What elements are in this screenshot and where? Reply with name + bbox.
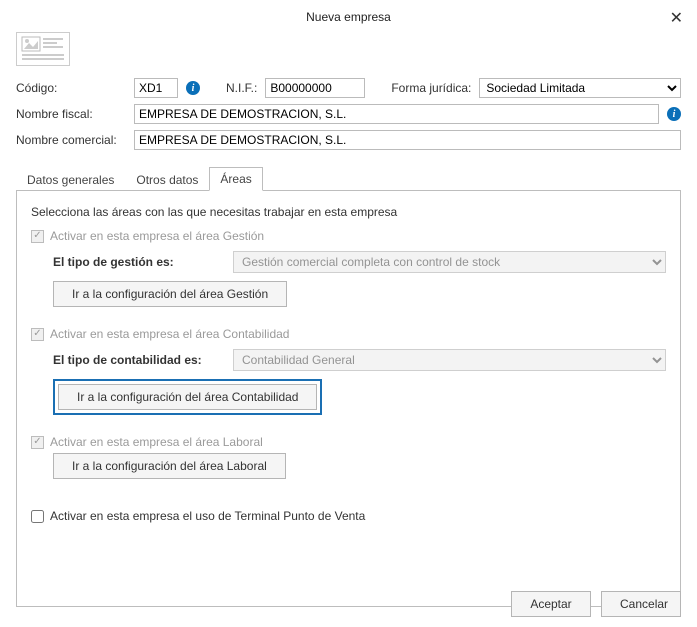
label-codigo: Código: [16, 81, 126, 95]
input-nif[interactable] [265, 78, 365, 98]
page-thumbnail-icon[interactable] [16, 32, 70, 66]
info-icon[interactable]: i [667, 107, 681, 121]
checkbox-row-gestion: ✓ Activar en esta empresa el área Gestió… [31, 229, 666, 243]
select-tipo-gestion: Gestión comercial completa con control d… [233, 251, 666, 273]
dialog-nueva-empresa: ✕ Nueva empresa Código: i N.I.F.: Forma [0, 0, 697, 627]
checkbox-gestion-label: Activar en esta empresa el área Gestión [50, 229, 264, 243]
tab-areas[interactable]: Áreas [209, 167, 262, 191]
row-nombre-comercial: Nombre comercial: [16, 130, 681, 150]
row-codigo-nif-forma: Código: i N.I.F.: Forma jurídica: Socied… [16, 78, 681, 98]
checkbox-gestion: ✓ [31, 230, 44, 243]
checkbox-tpv-label: Activar en esta empresa el uso de Termin… [50, 509, 365, 523]
close-icon[interactable]: ✕ [670, 8, 683, 28]
input-nombre-fiscal[interactable] [134, 104, 659, 124]
checkbox-laboral: ✓ [31, 436, 44, 449]
highlight-config-contabilidad: Ir a la configuración del área Contabili… [53, 379, 322, 415]
input-nombre-comercial[interactable] [134, 130, 681, 150]
checkbox-row-tpv: Activar en esta empresa el uso de Termin… [31, 509, 666, 523]
input-codigo[interactable] [134, 78, 178, 98]
accept-button[interactable]: Aceptar [511, 591, 591, 617]
checkbox-tpv[interactable] [31, 510, 44, 523]
gestion-subsection: El tipo de gestión es: Gestión comercial… [53, 251, 666, 307]
dialog-footer: Aceptar Cancelar [511, 591, 681, 617]
dialog-title: Nueva empresa [0, 0, 697, 24]
button-config-gestion[interactable]: Ir a la configuración del área Gestión [53, 281, 287, 307]
checkbox-contabilidad: ✓ [31, 328, 44, 341]
areas-intro-text: Selecciona las áreas con las que necesit… [31, 205, 666, 219]
label-tipo-gestion: El tipo de gestión es: [53, 255, 223, 269]
button-config-laboral[interactable]: Ir a la configuración del área Laboral [53, 453, 286, 479]
tab-panel-areas: Selecciona las áreas con las que necesit… [16, 191, 681, 607]
row-nombre-fiscal: Nombre fiscal: i [16, 104, 681, 124]
label-nif: N.I.F.: [226, 81, 257, 95]
select-forma-juridica[interactable]: Sociedad Limitada [479, 78, 681, 98]
info-icon[interactable]: i [186, 81, 200, 95]
checkbox-contabilidad-label: Activar en esta empresa el área Contabil… [50, 327, 289, 341]
header-area: Código: i N.I.F.: Forma jurídica: Socied… [0, 24, 697, 150]
checkbox-row-contabilidad: ✓ Activar en esta empresa el área Contab… [31, 327, 666, 341]
laboral-subsection: Ir a la configuración del área Laboral [53, 453, 666, 479]
label-nombre-fiscal: Nombre fiscal: [16, 107, 126, 121]
tab-datos-generales[interactable]: Datos generales [16, 168, 125, 191]
label-tipo-contabilidad: El tipo de contabilidad es: [53, 353, 223, 367]
tab-strip: Datos generales Otros datos Áreas [16, 166, 681, 191]
button-config-contabilidad[interactable]: Ir a la configuración del área Contabili… [58, 384, 317, 410]
select-tipo-contabilidad: Contabilidad General [233, 349, 666, 371]
contabilidad-subsection: El tipo de contabilidad es: Contabilidad… [53, 349, 666, 415]
checkbox-laboral-label: Activar en esta empresa el área Laboral [50, 435, 263, 449]
cancel-button[interactable]: Cancelar [601, 591, 681, 617]
label-nombre-comercial: Nombre comercial: [16, 133, 126, 147]
checkbox-row-laboral: ✓ Activar en esta empresa el área Labora… [31, 435, 666, 449]
label-forma-juridica: Forma jurídica: [391, 81, 471, 95]
tab-otros-datos[interactable]: Otros datos [125, 168, 209, 191]
